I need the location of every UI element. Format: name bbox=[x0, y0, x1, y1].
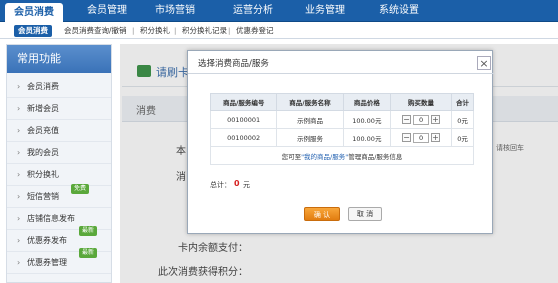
total-label: 总计： bbox=[210, 181, 231, 189]
tab-analysis[interactable]: 运营分析 bbox=[224, 0, 282, 22]
sidebar: 常用功能 › 会员消费 › 新增会员 › 会员充值 › 我的会员 › 积分换礼 … bbox=[6, 44, 112, 283]
subnav-consume[interactable]: 会员消费 bbox=[14, 25, 52, 37]
col-code: 商品/服务编号 bbox=[209, 93, 278, 111]
sidebar-item-label: 优惠券发布 bbox=[27, 236, 67, 245]
cancel-button[interactable]: 取 消 bbox=[348, 207, 382, 221]
col-qty: 购买数量 bbox=[389, 93, 453, 111]
sidebar-item-label: 积分换礼 bbox=[27, 170, 59, 179]
dialog-title: 选择消费商品/服务 bbox=[198, 59, 269, 69]
cell-code: 00100002 bbox=[209, 128, 278, 147]
select-goods-dialog: 选择消费商品/服务 × 商品/服务编号 商品/服务名称 商品价格 购买数量 合计… bbox=[187, 50, 494, 234]
cell-total: 0元 bbox=[451, 110, 474, 129]
total-unit: 元 bbox=[243, 181, 250, 189]
plus-icon[interactable]: + bbox=[431, 115, 441, 124]
col-total: 合计 bbox=[451, 93, 474, 111]
sidebar-item-sms[interactable]: › 短信营销 免费 bbox=[7, 184, 111, 208]
quantity-input[interactable]: 0 bbox=[413, 114, 430, 125]
chevron-right-icon: › bbox=[17, 236, 21, 245]
subnav-separator: | bbox=[228, 27, 231, 35]
sidebar-item-points-gift[interactable]: › 积分换礼 bbox=[7, 164, 111, 186]
quantity-stepper: −0 + bbox=[402, 132, 441, 143]
free-badge: 免费 bbox=[71, 184, 90, 194]
subnav-consume-query[interactable]: 会员消费查询/撤销 bbox=[64, 25, 127, 37]
confirm-button[interactable]: 确 认 bbox=[304, 207, 340, 221]
sidebar-item-label: 新增会员 bbox=[27, 104, 59, 113]
chevron-right-icon: › bbox=[17, 148, 21, 157]
cell-qty: −0 + bbox=[389, 110, 453, 129]
tip-cell: 您可至"我的商品/服务"管理商品/服务信息 bbox=[210, 146, 474, 165]
col-name: 商品/服务名称 bbox=[276, 93, 344, 111]
subnav-coupon-register[interactable]: 优惠券登记 bbox=[236, 25, 274, 37]
subnav-points-gift-records[interactable]: 积分换礼记录 bbox=[182, 25, 227, 37]
subnav-separator: | bbox=[174, 27, 177, 35]
sidebar-item-new-member[interactable]: › 新增会员 bbox=[7, 98, 111, 120]
dialog-titlebar: 选择消费商品/服务 bbox=[188, 51, 494, 74]
minus-icon[interactable]: − bbox=[402, 133, 412, 142]
tip-suffix: 管理商品/服务信息 bbox=[348, 152, 403, 161]
plus-icon[interactable]: + bbox=[431, 133, 441, 142]
table-row: 00100001 示例商品 100.00元 −0 + 0元 bbox=[209, 110, 474, 129]
table-row: 00100002 示例服务 100.00元 −0 + 0元 bbox=[209, 128, 474, 147]
chevron-right-icon: › bbox=[17, 104, 21, 113]
top-nav: 会员消费 会员管理 市场营销 运营分析 业务管理 系统设置 bbox=[0, 0, 558, 22]
chevron-right-icon: › bbox=[17, 126, 21, 135]
chevron-right-icon: › bbox=[17, 170, 21, 179]
sidebar-item-label: 店铺信息发布 bbox=[27, 214, 75, 223]
sidebar-item-label: 优惠券管理 bbox=[27, 258, 67, 267]
chevron-right-icon: › bbox=[17, 192, 21, 201]
chevron-right-icon: › bbox=[17, 214, 21, 223]
chevron-right-icon: › bbox=[17, 258, 21, 267]
sub-nav: 会员消费 会员消费查询/撤销 | 积分换礼 | 积分换礼记录 | 优惠券登记 bbox=[0, 22, 558, 39]
cell-total: 0元 bbox=[451, 128, 474, 147]
cell-name: 示例服务 bbox=[276, 128, 344, 147]
sidebar-item-recharge[interactable]: › 会员充值 bbox=[7, 120, 111, 142]
tip-prefix: 您可至 bbox=[281, 152, 302, 161]
my-goods-link[interactable]: "我的商品/服务" bbox=[301, 153, 348, 161]
tab-settings[interactable]: 系统设置 bbox=[370, 0, 428, 22]
new-badge: 最新 bbox=[79, 226, 98, 236]
cell-price: 100.00元 bbox=[342, 128, 392, 147]
sidebar-item-label: 短信营销 bbox=[27, 192, 59, 201]
cell-code: 00100001 bbox=[209, 110, 278, 129]
table-header-row: 商品/服务编号 商品/服务名称 商品价格 购买数量 合计 bbox=[209, 93, 474, 111]
sidebar-heading: 常用功能 bbox=[7, 45, 111, 73]
total-value: 0 bbox=[234, 179, 240, 188]
sidebar-item-coupon-manage[interactable]: › 优惠券管理 最新 bbox=[7, 248, 111, 274]
goods-table: 商品/服务编号 商品/服务名称 商品价格 购买数量 合计 00100001 示例… bbox=[209, 93, 474, 165]
sidebar-item-consume[interactable]: › 会员消费 bbox=[7, 76, 111, 98]
sidebar-item-my-members[interactable]: › 我的会员 bbox=[7, 142, 111, 164]
sidebar-item-label: 会员消费 bbox=[27, 82, 59, 91]
quantity-input[interactable]: 0 bbox=[413, 132, 430, 143]
cell-qty: −0 + bbox=[389, 128, 453, 147]
tab-member-manage[interactable]: 会员管理 bbox=[78, 0, 136, 22]
sidebar-item-label: 我的会员 bbox=[27, 148, 59, 157]
tab-marketing[interactable]: 市场营销 bbox=[146, 0, 204, 22]
tab-member-consume[interactable]: 会员消费 bbox=[5, 3, 63, 22]
subnav-separator: | bbox=[132, 27, 135, 35]
minus-icon[interactable]: − bbox=[402, 115, 412, 124]
cell-price: 100.00元 bbox=[342, 110, 392, 129]
tab-business[interactable]: 业务管理 bbox=[296, 0, 354, 22]
new-badge: 最新 bbox=[79, 248, 98, 258]
close-icon[interactable]: × bbox=[477, 56, 491, 70]
table-tip-row: 您可至"我的商品/服务"管理商品/服务信息 bbox=[210, 146, 474, 165]
sidebar-item-label: 会员充值 bbox=[27, 126, 59, 135]
cell-name: 示例商品 bbox=[276, 110, 344, 129]
subnav-points-gift[interactable]: 积分换礼 bbox=[140, 25, 170, 37]
col-price: 商品价格 bbox=[342, 93, 392, 111]
quantity-stepper: −0 + bbox=[402, 114, 441, 125]
chevron-right-icon: › bbox=[17, 82, 21, 91]
